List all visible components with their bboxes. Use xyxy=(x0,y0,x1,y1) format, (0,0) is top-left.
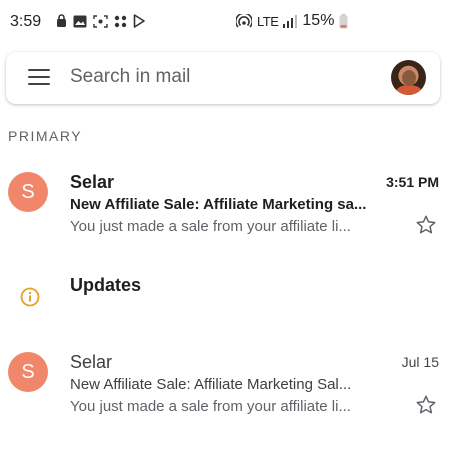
hotspot-icon xyxy=(236,14,252,28)
email-sender: Selar xyxy=(70,352,113,372)
search-input[interactable]: Search in mail xyxy=(70,66,190,88)
email-snippet: You just made a sale from your affiliate… xyxy=(70,218,351,235)
updates-label: Updates xyxy=(70,275,142,295)
signal-icon xyxy=(283,14,298,28)
email-subject: New Affiliate Sale: Affiliate Marketing … xyxy=(70,376,352,393)
section-label-primary: PRIMARY xyxy=(8,128,83,144)
lock-icon xyxy=(57,14,66,27)
image-icon xyxy=(73,15,87,27)
sender-avatar: S xyxy=(8,172,48,212)
email-time: Jul 15 xyxy=(401,354,439,370)
star-icon[interactable] xyxy=(415,394,437,416)
sender-avatar: S xyxy=(8,352,48,392)
email-list-item[interactable]: S Selar Jul 15 New Affiliate Sale: Affil… xyxy=(0,352,449,426)
apps-icon xyxy=(114,15,127,27)
email-sender: Selar xyxy=(70,172,115,192)
battery-icon xyxy=(339,13,348,28)
battery-percent: 15% xyxy=(302,12,335,29)
status-bar: 3:59 LTE 15% xyxy=(0,0,449,40)
system-icons: LTE 15% xyxy=(236,12,348,30)
status-time: 3:59 xyxy=(10,13,42,30)
notification-icons xyxy=(56,14,145,28)
email-list-item[interactable]: S Selar 3:51 PM New Affiliate Sale: Affi… xyxy=(0,172,449,246)
updates-category-row[interactable]: Updates xyxy=(0,270,449,320)
account-avatar[interactable] xyxy=(391,60,426,95)
star-icon[interactable] xyxy=(415,214,437,236)
info-icon xyxy=(20,287,40,307)
email-subject: New Affiliate Sale: Affiliate Marketing … xyxy=(70,196,367,213)
search-bar[interactable]: Search in mail xyxy=(6,52,440,104)
screenshot-icon xyxy=(93,14,108,28)
network-type: LTE xyxy=(257,13,279,29)
play-store-icon xyxy=(133,14,145,28)
menu-icon[interactable] xyxy=(28,69,50,87)
email-snippet: You just made a sale from your affiliate… xyxy=(70,398,351,415)
email-time: 3:51 PM xyxy=(386,174,439,190)
